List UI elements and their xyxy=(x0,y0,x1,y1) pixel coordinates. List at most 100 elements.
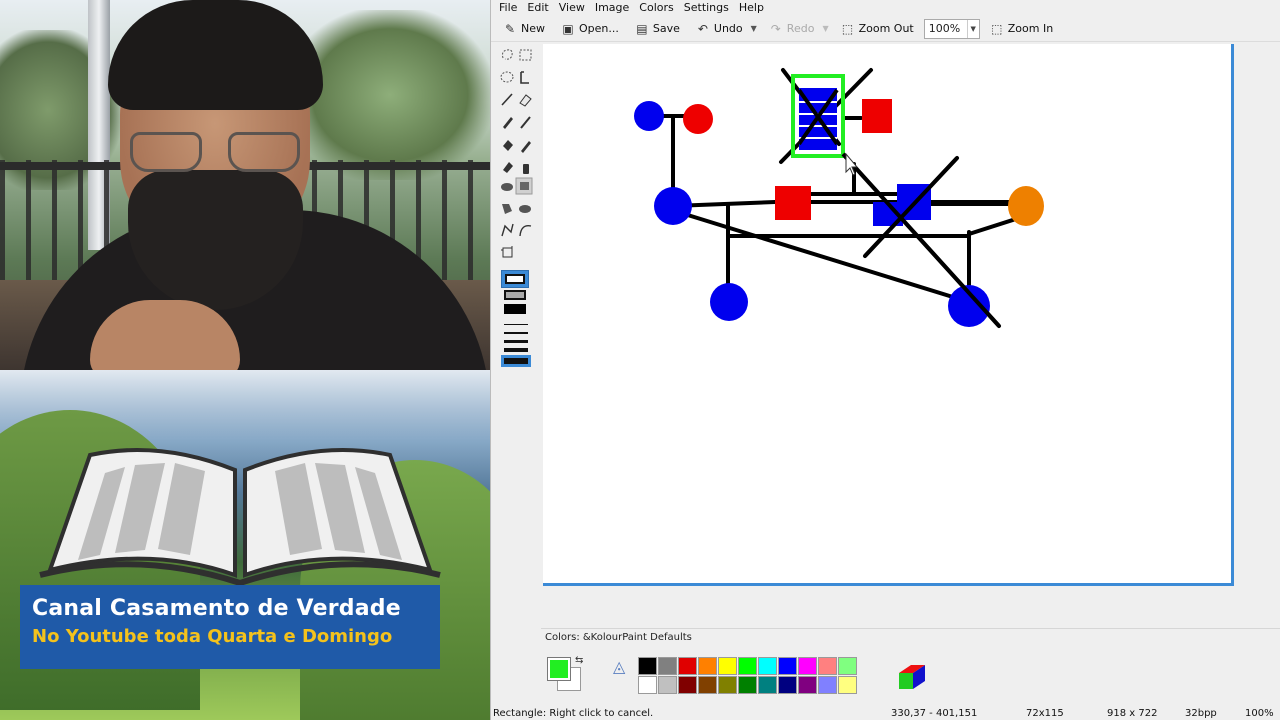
color-picker-icon[interactable] xyxy=(521,141,531,153)
palette-swatch[interactable] xyxy=(798,676,817,694)
color-eraser-icon[interactable] xyxy=(503,162,513,173)
line-icon[interactable] xyxy=(501,93,513,106)
color-palette xyxy=(638,657,857,694)
zoom-select[interactable]: 100% ▼ xyxy=(923,18,980,39)
palette-swatch[interactable] xyxy=(818,676,837,694)
undo-icon: ↶ xyxy=(697,21,708,36)
text-icon[interactable] xyxy=(520,71,529,84)
flood-fill-icon[interactable] xyxy=(503,140,513,151)
webcam-feed xyxy=(0,0,490,430)
undo-label: Undo xyxy=(713,22,743,35)
redo-button[interactable]: ↷ Redo xyxy=(763,18,821,40)
palette-swatch[interactable] xyxy=(818,657,837,675)
menu-view[interactable]: View xyxy=(559,1,585,14)
palette-swatch[interactable] xyxy=(638,657,657,675)
tool-icons xyxy=(500,49,533,258)
zoom-out-icon: ⬚ xyxy=(841,21,854,36)
palette-swatch[interactable] xyxy=(838,657,857,675)
swap-colors-icon[interactable]: ⇆ xyxy=(575,655,583,666)
elliptical-selection-icon[interactable] xyxy=(500,71,514,83)
palette-swatch[interactable] xyxy=(778,676,797,694)
eraser-icon[interactable] xyxy=(519,94,532,107)
foreground-color[interactable] xyxy=(547,657,571,681)
line-width-5[interactable] xyxy=(501,355,531,367)
line-width-3[interactable] xyxy=(504,340,528,343)
menu-settings[interactable]: Settings xyxy=(684,1,729,14)
menu-help[interactable]: Help xyxy=(739,1,764,14)
open-label: Open... xyxy=(579,22,619,35)
palette-swatch[interactable] xyxy=(698,676,717,694)
custom-color-cube-icon[interactable] xyxy=(897,661,927,691)
new-file-icon: ✎ xyxy=(504,21,516,36)
menu-colors[interactable]: Colors xyxy=(639,1,673,14)
color-box: Colors: &KolourPaint Defaults ⇆ ◬ xyxy=(541,628,1280,704)
color-box-title: Colors: &KolourPaint Defaults xyxy=(545,632,692,643)
transparent-color-icon[interactable]: ◬ xyxy=(613,657,633,677)
undo-button[interactable]: ↶ Undo xyxy=(690,18,749,40)
canvas-drawing xyxy=(634,68,1044,328)
palette-swatch[interactable] xyxy=(738,676,757,694)
zoom-out-label: Zoom Out xyxy=(858,22,914,35)
menu-edit[interactable]: Edit xyxy=(527,1,548,14)
main-toolbar: ✎ New ▣ Open... ▤ Save ↶ Undo ▼ ↷ Redo ▼… xyxy=(491,16,1280,42)
status-zoom: 100% xyxy=(1245,708,1274,719)
palette-swatch[interactable] xyxy=(758,657,777,675)
canvas-scroll-area[interactable] xyxy=(541,42,1280,622)
spraycan-icon[interactable] xyxy=(523,164,529,174)
chevron-down-icon: ▼ xyxy=(966,19,979,38)
palette-swatch[interactable] xyxy=(778,657,797,675)
fg-bg-color-selector[interactable]: ⇆ xyxy=(545,655,585,695)
palette-swatch[interactable] xyxy=(678,657,697,675)
menu-image[interactable]: Image xyxy=(595,1,629,14)
new-label: New xyxy=(521,22,545,35)
rounded-rectangle-icon[interactable] xyxy=(519,205,531,213)
zoom-in-icon: ⬚ xyxy=(991,21,1003,36)
status-image-size: 918 x 722 xyxy=(1107,708,1158,719)
palette-swatch[interactable] xyxy=(718,657,737,675)
ellipse-icon[interactable] xyxy=(501,183,513,191)
save-button[interactable]: ▤ Save xyxy=(629,18,686,40)
undo-dropdown-icon[interactable]: ▼ xyxy=(751,24,757,33)
menu-bar: File Edit View Image Colors Settings Hel… xyxy=(491,0,1280,15)
caption-line-2: No Youtube toda Quarta e Domingo xyxy=(32,626,393,647)
palette-swatch[interactable] xyxy=(758,676,777,694)
kolourpaint-window: File Edit View Image Colors Settings Hel… xyxy=(490,0,1280,720)
palette-swatch[interactable] xyxy=(678,676,697,694)
zoom-in-button[interactable]: ⬚ Zoom In xyxy=(984,18,1059,40)
palette-swatch[interactable] xyxy=(798,657,817,675)
palette-swatch[interactable] xyxy=(698,657,717,675)
menu-file[interactable]: File xyxy=(499,1,517,14)
tool-options xyxy=(499,266,533,372)
redo-icon: ↷ xyxy=(770,21,781,36)
new-button[interactable]: ✎ New xyxy=(497,18,551,40)
open-button[interactable]: ▣ Open... xyxy=(555,18,625,40)
brush-icon[interactable] xyxy=(520,116,531,129)
pen-icon[interactable] xyxy=(503,117,513,129)
rectangle-icon[interactable] xyxy=(515,177,533,195)
caption-line-1: Canal Casamento de Verdade xyxy=(32,596,401,621)
line-width-4[interactable] xyxy=(504,348,528,352)
fill-style-bg[interactable] xyxy=(501,288,529,302)
line-width-2[interactable] xyxy=(504,332,528,334)
free-form-selection-icon[interactable] xyxy=(502,49,513,60)
palette-swatch[interactable] xyxy=(738,657,757,675)
zoom-out-button[interactable]: ⬚ Zoom Out xyxy=(835,18,920,40)
zoom-value: 100% xyxy=(928,22,961,35)
polyline-icon[interactable] xyxy=(501,223,514,237)
resize-icon[interactable] xyxy=(501,246,513,258)
fill-style-fg[interactable] xyxy=(501,303,529,315)
palette-swatch[interactable] xyxy=(838,676,857,694)
palette-swatch[interactable] xyxy=(658,676,677,694)
line-width-1[interactable] xyxy=(504,324,528,325)
status-selection-size: 72x115 xyxy=(1026,708,1064,719)
palette-swatch[interactable] xyxy=(658,657,677,675)
status-bar: Rectangle: Right click to cancel. 330,37… xyxy=(491,706,1280,720)
polygon-icon[interactable] xyxy=(502,204,512,214)
rectangular-selection-icon[interactable] xyxy=(519,49,532,61)
redo-dropdown-icon[interactable]: ▼ xyxy=(822,24,828,33)
fill-style-outline[interactable] xyxy=(501,270,529,288)
palette-swatch[interactable] xyxy=(718,676,737,694)
drawing-canvas[interactable] xyxy=(543,44,1234,586)
curve-icon[interactable] xyxy=(519,225,532,237)
palette-swatch[interactable] xyxy=(638,676,657,694)
